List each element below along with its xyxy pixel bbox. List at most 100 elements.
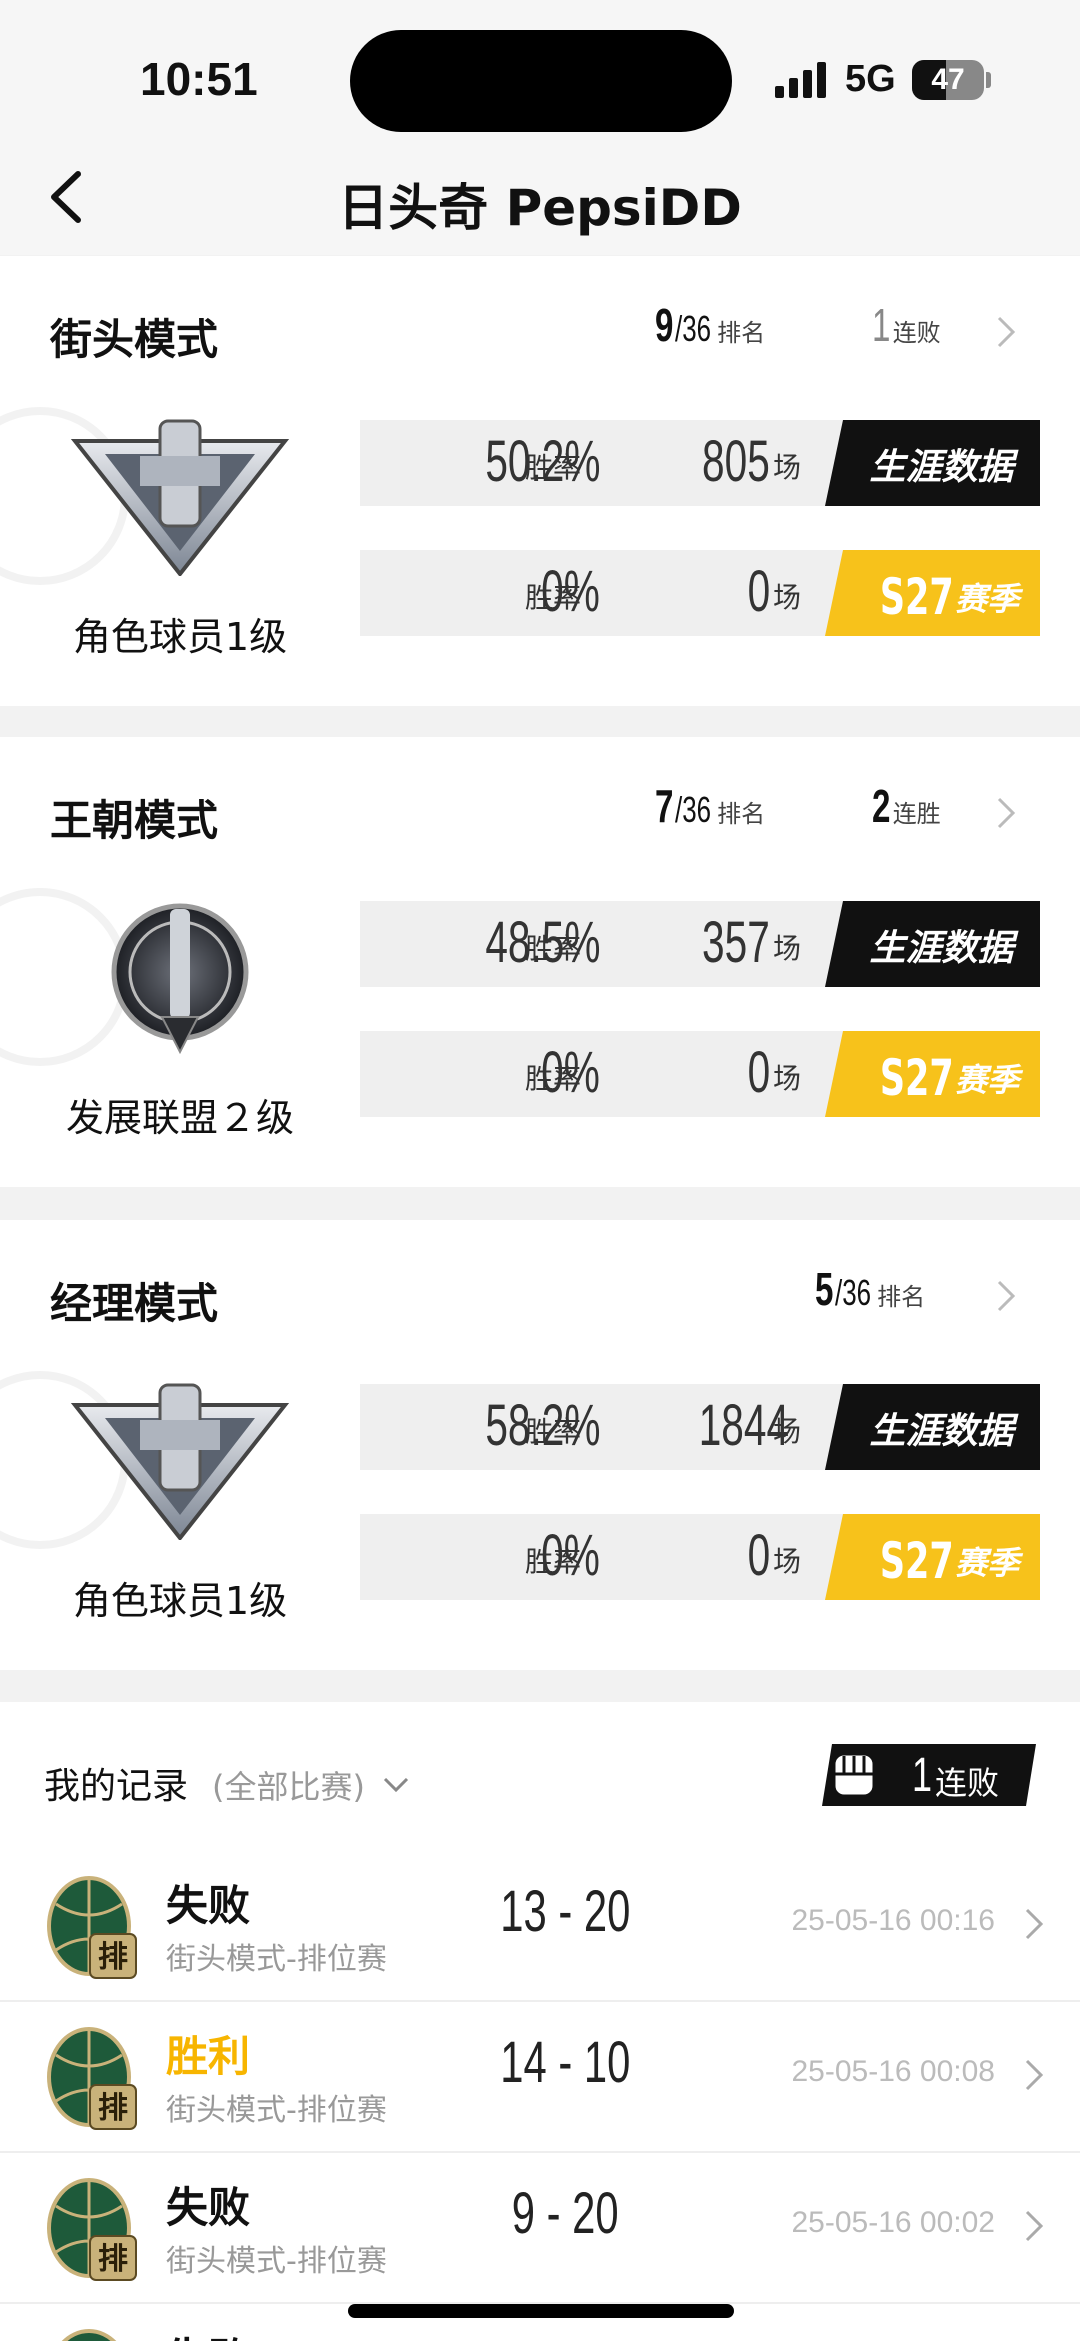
level-label: 角色球员1级 (72, 1579, 288, 1623)
chevron-right-icon[interactable] (995, 1278, 1017, 1314)
record-time: 25-05-16 00:08 (791, 2055, 996, 2088)
rank-total: /36 (674, 789, 711, 830)
dynamic-island (350, 30, 732, 132)
career-button-label: 生涯数据 (869, 1411, 1014, 1452)
career-games: 357 (702, 910, 770, 975)
streak-number: 1 (872, 299, 891, 351)
record-item[interactable]: 排 失败 街头模式-排位赛 9 - 20 25-05-16 00:02 (0, 2154, 1080, 2304)
season-button-label: 赛季 (955, 1544, 1020, 1582)
season-games: 0 (747, 1523, 770, 1588)
career-games: 805 (702, 429, 770, 494)
level-label: 角色球员1级 (72, 615, 288, 659)
career-stats-row: 48.5% 胜率 357 场 生涯数据 (360, 901, 1040, 987)
rank-number: 7 (655, 780, 674, 832)
record-score: 14 - 10 (499, 2030, 631, 2095)
rank-info[interactable]: 9/36 排名 (655, 298, 765, 352)
record-result: 失败 (166, 1881, 251, 1930)
ranked-badge-label: 排 (98, 2091, 128, 2126)
record-mode: 街头模式-排位赛 (166, 2093, 387, 2128)
career-button-label: 生涯数据 (869, 447, 1014, 488)
career-data-button[interactable]: 生涯数据 (825, 420, 1040, 506)
season-games: 0 (747, 1040, 770, 1105)
mode-title: 王朝模式 (50, 796, 219, 845)
record-item[interactable]: 排 失败 街头模式-排位赛 13 - 20 25-05-16 00:16 (0, 1852, 1080, 2002)
records-title: 我的记录 (44, 1766, 189, 1807)
record-mode: 街头模式-排位赛 (166, 1942, 387, 1977)
ranked-match-icon: 排 (47, 1876, 137, 1979)
status-time: 10:51 (140, 53, 258, 105)
ranked-match-icon (61, 2329, 117, 2341)
nav-bar: 日头奇 PepsiDD (0, 150, 1080, 255)
page-title: 日头奇 PepsiDD (338, 179, 742, 237)
season-stats-row: 0% 胜率 0 场 S27赛季 (360, 1031, 1040, 1117)
status-bar: 10:51 5G 47 (0, 0, 1080, 150)
chevron-right-icon[interactable] (995, 314, 1017, 350)
career-data-button[interactable]: 生涯数据 (825, 901, 1040, 987)
record-score: 13 - 20 (499, 1879, 631, 1944)
rank-info[interactable]: 7/36 排名 (655, 779, 765, 833)
streak-label: 连败 (892, 319, 941, 347)
career-data-button[interactable]: 生涯数据 (825, 1384, 1040, 1470)
ranked-badge-label: 排 (98, 2242, 128, 2277)
winrate-label: 胜率 (525, 932, 582, 965)
rank-number: 5 (815, 1263, 834, 1315)
home-indicator (348, 2304, 734, 2318)
ranked-match-icon: 排 (47, 2178, 137, 2281)
season-code: S27 (879, 1049, 954, 1107)
level-label: 发展联盟２级 (65, 1096, 294, 1140)
streak-number: 1 (912, 1749, 933, 1802)
streak-info[interactable]: 1 连败 (872, 298, 941, 352)
rank-label: 排名 (717, 801, 766, 828)
winrate-label: 胜率 (525, 451, 582, 484)
streak-label: 连胜 (892, 800, 941, 828)
rank-badge-icon (70, 419, 290, 576)
games-label: 场 (773, 1062, 802, 1095)
chevron-right-icon[interactable] (995, 795, 1017, 831)
rank-badge-icon (111, 903, 249, 1055)
network-type: 5G (845, 58, 896, 100)
streak-info[interactable]: 2 连胜 (872, 779, 941, 833)
career-button-label: 生涯数据 (869, 928, 1014, 969)
season-button-label: 赛季 (955, 1061, 1020, 1099)
record-time: 25-05-16 00:02 (791, 2206, 996, 2239)
mode-title: 经理模式 (50, 1279, 219, 1328)
chevron-right-icon (1025, 1908, 1044, 1940)
ranked-match-icon: 排 (47, 2027, 137, 2130)
rank-total: /36 (834, 1272, 871, 1313)
record-result: 失败 (166, 2325, 250, 2341)
rank-total: /36 (674, 308, 711, 349)
season-games: 0 (747, 559, 770, 624)
season-code: S27 (879, 1532, 954, 1590)
rank-info[interactable]: 5/36 排名 (815, 1262, 925, 1316)
chevron-right-icon (1025, 2210, 1044, 2242)
winrate-label: 胜率 (525, 1062, 582, 1095)
chevron-right-icon (1025, 2059, 1044, 2091)
mode-card-dynasty: 王朝模式 7/36 排名 2 连胜 发展联盟２级 48.5% 胜率 357 场 … (0, 737, 1080, 1187)
ranked-badge-label: 排 (98, 1940, 128, 1975)
games-label: 场 (773, 581, 802, 614)
games-label: 场 (773, 451, 802, 484)
games-label: 场 (773, 1415, 802, 1448)
games-label: 场 (773, 932, 802, 965)
season-button[interactable]: S27赛季 (825, 550, 1040, 636)
winrate-label: 胜率 (525, 581, 582, 614)
season-code: S27 (879, 568, 954, 626)
records-section: 我的记录 (全部比赛) 1 连败 排 失败 街头模式-排位赛 13 - 20 2… (0, 1702, 1080, 2341)
fist-icon (832, 1752, 876, 1798)
record-score: 9 - 20 (511, 2181, 619, 2246)
streak-number: 2 (872, 780, 891, 832)
rank-label: 排名 (717, 320, 766, 347)
battery-level: 47 (931, 63, 965, 96)
season-button[interactable]: S27赛季 (825, 1514, 1040, 1600)
record-item[interactable]: 排 胜利 街头模式-排位赛 14 - 10 25-05-16 00:08 (0, 2003, 1080, 2153)
season-stats-row: 0% 胜率 0 场 S27赛季 (360, 550, 1040, 636)
mode-card-street: 街头模式 9/36 排名 1 连败 角色球员1级 50.2% 胜率 805 场 … (0, 256, 1080, 706)
rank-label: 排名 (877, 1284, 926, 1311)
rank-number: 9 (655, 299, 674, 351)
chevron-down-icon[interactable] (382, 1776, 410, 1794)
season-button[interactable]: S27赛季 (825, 1031, 1040, 1117)
records-filter[interactable]: (全部比赛) (212, 1762, 365, 1808)
battery-icon: 47 (912, 60, 984, 100)
rank-badge-icon (70, 1383, 290, 1540)
streak-label: 连败 (935, 1764, 1000, 1802)
